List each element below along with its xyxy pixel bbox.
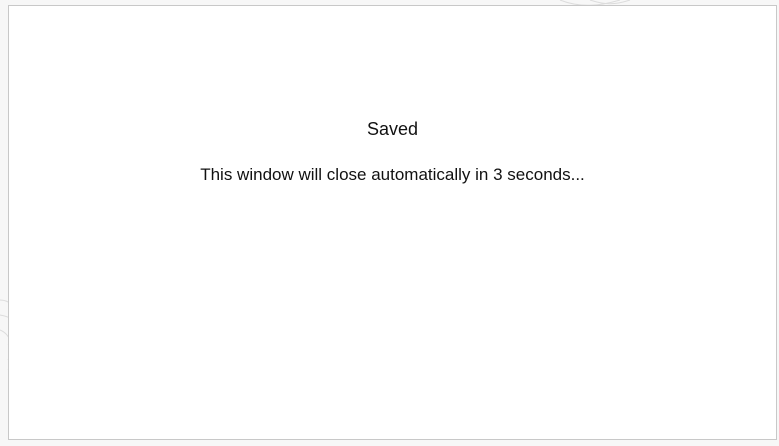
- save-confirmation-dialog: Saved This window will close automatical…: [8, 5, 777, 440]
- dialog-title: Saved: [366, 119, 419, 139]
- auto-close-message: This window will close automatically in …: [200, 165, 585, 184]
